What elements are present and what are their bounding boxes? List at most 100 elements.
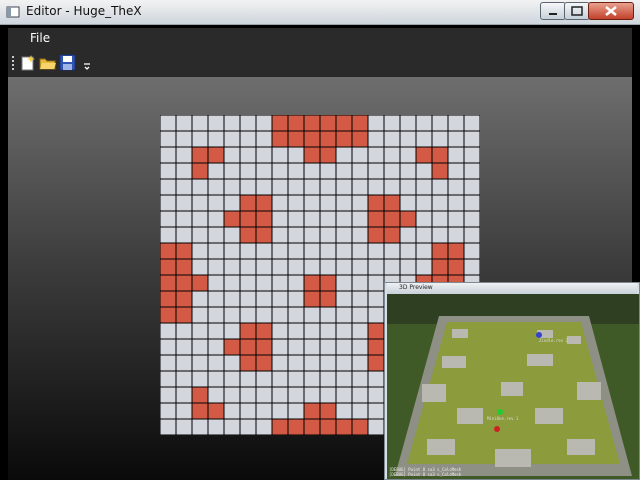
grid-cell-empty[interactable] <box>160 210 177 228</box>
minimize-button[interactable] <box>540 2 566 20</box>
grid-cell-empty[interactable] <box>175 322 193 340</box>
grid-cell-empty[interactable] <box>287 290 305 308</box>
grid-cell-empty[interactable] <box>287 194 305 212</box>
grid-cell-empty[interactable] <box>255 386 273 404</box>
grid-cell-empty[interactable] <box>239 130 257 148</box>
grid-cell-empty[interactable] <box>431 194 449 212</box>
grid-cell-wall[interactable] <box>239 338 257 356</box>
grid-cell-wall[interactable] <box>431 258 449 276</box>
grid-cell-empty[interactable] <box>160 162 177 180</box>
grid-cell-empty[interactable] <box>383 258 401 276</box>
grid-cell-empty[interactable] <box>223 242 241 260</box>
grid-cell-empty[interactable] <box>351 194 369 212</box>
grid-cell-empty[interactable] <box>431 178 449 196</box>
grid-cell-empty[interactable] <box>303 162 321 180</box>
grid-cell-empty[interactable] <box>383 115 401 132</box>
grid-cell-empty[interactable] <box>207 386 225 404</box>
grid-cell-empty[interactable] <box>160 194 177 212</box>
grid-cell-empty[interactable] <box>415 242 433 260</box>
grid-cell-empty[interactable] <box>335 146 353 164</box>
grid-cell-empty[interactable] <box>399 115 417 132</box>
grid-cell-empty[interactable] <box>175 130 193 148</box>
grid-cell-empty[interactable] <box>319 258 337 276</box>
grid-cell-empty[interactable] <box>191 242 209 260</box>
grid-cell-empty[interactable] <box>207 226 225 244</box>
grid-cell-empty[interactable] <box>271 402 289 420</box>
grid-cell-empty[interactable] <box>223 306 241 324</box>
grid-cell-wall[interactable] <box>319 130 337 148</box>
grid-cell-empty[interactable] <box>207 178 225 196</box>
grid-cell-empty[interactable] <box>255 242 273 260</box>
grid-cell-empty[interactable] <box>255 178 273 196</box>
grid-cell-wall[interactable] <box>367 194 385 212</box>
grid-cell-empty[interactable] <box>351 162 369 180</box>
grid-cell-empty[interactable] <box>287 306 305 324</box>
grid-cell-wall[interactable] <box>319 418 337 435</box>
grid-cell-empty[interactable] <box>255 306 273 324</box>
grid-cell-empty[interactable] <box>335 370 353 388</box>
grid-cell-wall[interactable] <box>335 115 353 132</box>
grid-cell-empty[interactable] <box>223 418 241 435</box>
grid-cell-wall[interactable] <box>255 322 273 340</box>
grid-cell-wall[interactable] <box>255 194 273 212</box>
grid-cell-empty[interactable] <box>303 242 321 260</box>
grid-cell-empty[interactable] <box>319 226 337 244</box>
grid-cell-empty[interactable] <box>175 178 193 196</box>
grid-cell-empty[interactable] <box>207 322 225 340</box>
grid-cell-wall[interactable] <box>319 115 337 132</box>
grid-cell-wall[interactable] <box>383 226 401 244</box>
grid-cell-wall[interactable] <box>431 242 449 260</box>
grid-cell-empty[interactable] <box>287 258 305 276</box>
grid-cell-empty[interactable] <box>319 354 337 372</box>
grid-cell-empty[interactable] <box>319 306 337 324</box>
grid-cell-wall[interactable] <box>223 210 241 228</box>
grid-cell-empty[interactable] <box>367 306 385 324</box>
grid-cell-empty[interactable] <box>335 386 353 404</box>
grid-cell-empty[interactable] <box>447 194 465 212</box>
grid-cell-empty[interactable] <box>191 306 209 324</box>
grid-cell-empty[interactable] <box>351 178 369 196</box>
grid-cell-empty[interactable] <box>223 194 241 212</box>
grid-cell-wall[interactable] <box>367 322 385 340</box>
grid-cell-empty[interactable] <box>160 226 177 244</box>
toolbar-grip[interactable] <box>12 55 15 71</box>
grid-cell-empty[interactable] <box>319 194 337 212</box>
grid-cell-wall[interactable] <box>175 258 193 276</box>
grid-cell-empty[interactable] <box>319 162 337 180</box>
grid-cell-empty[interactable] <box>160 130 177 148</box>
grid-cell-wall[interactable] <box>335 130 353 148</box>
grid-cell-empty[interactable] <box>367 178 385 196</box>
grid-cell-empty[interactable] <box>383 130 401 148</box>
grid-cell-wall[interactable] <box>175 306 193 324</box>
grid-cell-empty[interactable] <box>255 290 273 308</box>
grid-cell-wall[interactable] <box>160 242 177 260</box>
grid-cell-empty[interactable] <box>223 402 241 420</box>
preview-3d-scene[interactable]: Zindle.rev 2 MiniOne.rev 1 [DEBUG] Point… <box>387 294 639 479</box>
grid-cell-empty[interactable] <box>175 386 193 404</box>
grid-cell-empty[interactable] <box>447 178 465 196</box>
grid-cell-empty[interactable] <box>287 386 305 404</box>
grid-cell-wall[interactable] <box>303 290 321 308</box>
grid-cell-empty[interactable] <box>415 115 433 132</box>
grid-cell-empty[interactable] <box>367 274 385 292</box>
grid-cell-wall[interactable] <box>351 115 369 132</box>
grid-cell-empty[interactable] <box>319 242 337 260</box>
grid-cell-empty[interactable] <box>367 146 385 164</box>
open-folder-icon[interactable] <box>39 54 56 71</box>
grid-cell-wall[interactable] <box>303 402 321 420</box>
grid-cell-empty[interactable] <box>463 226 480 244</box>
grid-cell-empty[interactable] <box>191 290 209 308</box>
grid-cell-empty[interactable] <box>191 338 209 356</box>
grid-cell-empty[interactable] <box>335 354 353 372</box>
grid-cell-empty[interactable] <box>383 146 401 164</box>
grid-cell-empty[interactable] <box>415 194 433 212</box>
grid-cell-empty[interactable] <box>271 386 289 404</box>
grid-cell-wall[interactable] <box>207 402 225 420</box>
grid-cell-empty[interactable] <box>447 210 465 228</box>
grid-cell-empty[interactable] <box>175 115 193 132</box>
grid-cell-empty[interactable] <box>287 322 305 340</box>
grid-cell-empty[interactable] <box>271 242 289 260</box>
grid-cell-empty[interactable] <box>351 258 369 276</box>
grid-cell-wall[interactable] <box>303 274 321 292</box>
grid-cell-empty[interactable] <box>191 115 209 132</box>
